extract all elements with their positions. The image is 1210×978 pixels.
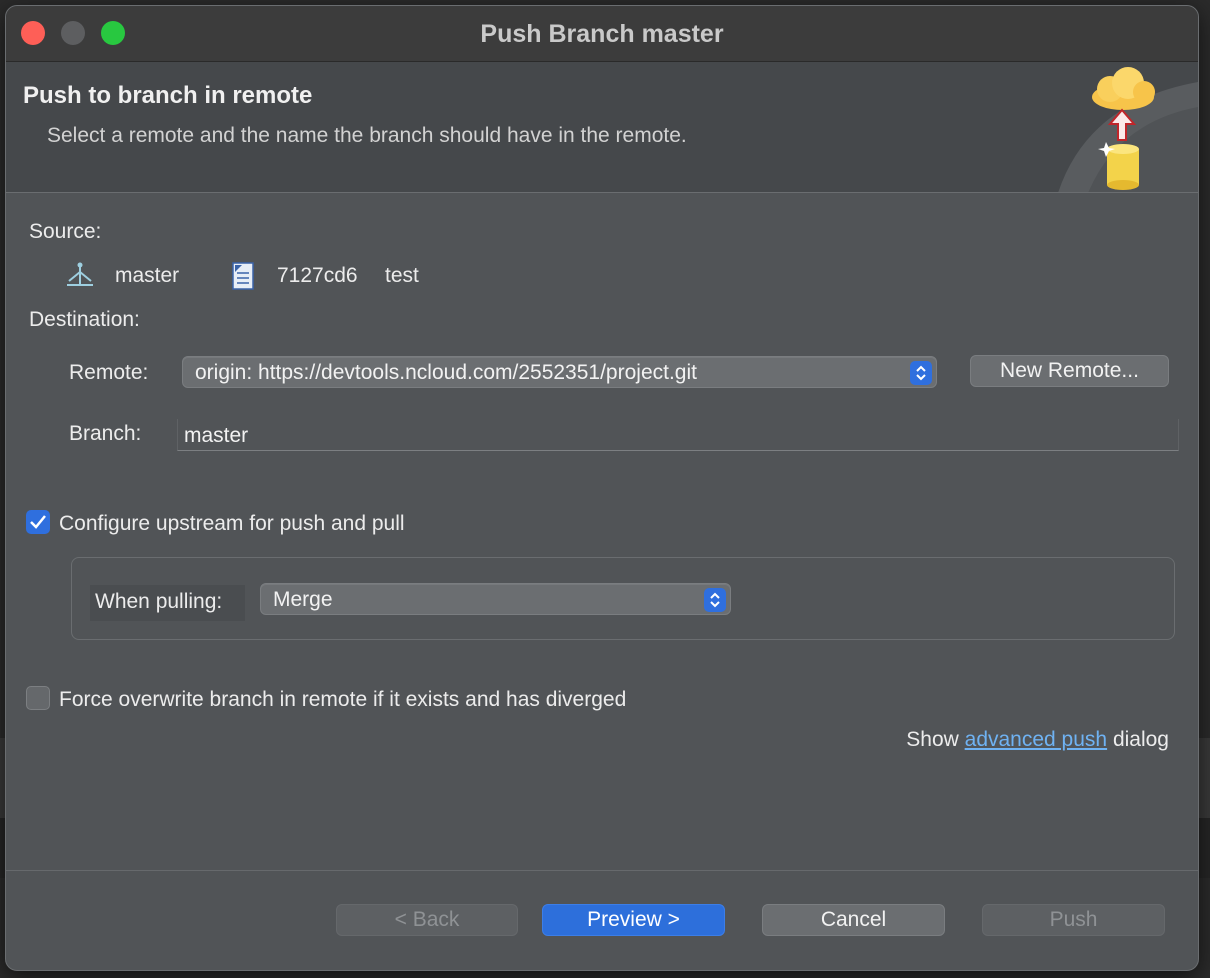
source-branch-name: master (115, 264, 180, 287)
advanced-prefix: Show (906, 728, 959, 751)
remote-select-value: origin: https://devtools.ncloud.com/2552… (195, 361, 697, 384)
destination-label: Destination: (29, 308, 140, 331)
cancel-button[interactable]: Cancel (762, 904, 945, 936)
remote-select[interactable]: origin: https://devtools.ncloud.com/2552… (182, 356, 937, 388)
commit-icon (232, 262, 254, 290)
chevron-up-down-icon (704, 588, 726, 612)
back-button[interactable]: < Back (336, 904, 518, 936)
branch-icon (67, 262, 93, 286)
wizard-header: Push to branch in remote Select a remote… (6, 62, 1198, 193)
checkmark-icon (30, 515, 46, 529)
pull-mode-select-value: Merge (273, 588, 333, 611)
force-overwrite-checkbox[interactable] (26, 686, 50, 710)
button-bar-separator (6, 870, 1198, 871)
source-label: Source: (29, 220, 102, 243)
advanced-push-text: Show advanced push dialog (906, 728, 1169, 752)
branch-label: Branch: (69, 422, 142, 445)
push-button[interactable]: Push (982, 904, 1165, 936)
push-to-remote-illustration (1058, 67, 1198, 192)
preview-button[interactable]: Preview > (542, 904, 725, 936)
remote-label: Remote: (69, 361, 149, 384)
cloud-icon (1092, 67, 1155, 110)
force-overwrite-label[interactable]: Force overwrite branch in remote if it e… (59, 688, 626, 712)
pull-mode-select[interactable]: Merge (260, 583, 731, 615)
push-branch-dialog: Push Branch master Push to branch in rem… (5, 5, 1199, 971)
branch-input-value: master (184, 424, 249, 447)
branch-input[interactable]: master (177, 419, 1179, 451)
new-remote-button[interactable]: New Remote... (970, 355, 1169, 387)
configure-upstream-checkbox[interactable] (26, 510, 50, 534)
chevron-up-down-icon (910, 361, 932, 385)
title-bar: Push Branch master (6, 6, 1198, 62)
when-pulling-label: When pulling: (95, 590, 223, 613)
window-title: Push Branch master (480, 20, 724, 48)
configure-upstream-label[interactable]: Configure upstream for push and pull (59, 512, 405, 536)
header-title: Push to branch in remote (23, 82, 313, 109)
header-description: Select a remote and the name the branch … (47, 124, 687, 147)
advanced-push-link[interactable]: advanced push (965, 728, 1107, 751)
source-commit-id: 7127cd6 (277, 264, 358, 287)
source-commit-message: test (385, 264, 419, 287)
advanced-suffix: dialog (1112, 728, 1169, 751)
